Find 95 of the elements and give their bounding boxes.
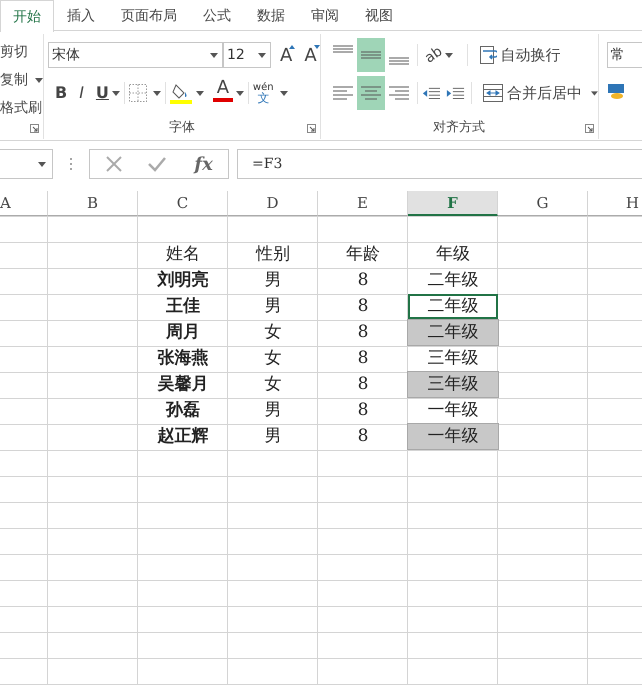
table-cell-text: 男 xyxy=(264,399,282,422)
formula-field[interactable]: =F3 xyxy=(237,149,642,179)
caret-icon[interactable] xyxy=(445,52,454,58)
caret-icon[interactable] xyxy=(236,90,244,96)
triangle-icon xyxy=(289,45,296,49)
font-color-button[interactable]: A xyxy=(210,78,236,108)
caret-icon[interactable] xyxy=(258,52,266,58)
phonetic-guide-icon[interactable]: wén 文 xyxy=(252,82,274,104)
font-size-field[interactable]: 12 xyxy=(223,42,271,68)
fill-color-icon[interactable] xyxy=(170,82,192,104)
increase-indent-icon[interactable] xyxy=(446,85,466,101)
dialog-launcher-icon[interactable] xyxy=(30,124,39,133)
align-right-icon xyxy=(386,86,411,100)
merge-center-button[interactable]: 合并后居中 xyxy=(480,80,585,106)
table-cell: 一年级 xyxy=(408,424,498,449)
caret-icon[interactable] xyxy=(196,90,204,96)
clipboard-button[interactable]: 格式刷 xyxy=(0,95,42,121)
clipboard-button[interactable]: 复制 xyxy=(0,67,28,93)
table-cell: 二年级 xyxy=(408,320,498,345)
table-cell-text: 8 xyxy=(356,373,370,396)
borders-icon[interactable] xyxy=(128,84,147,102)
table-cell: 二年级 xyxy=(408,294,498,319)
table-cell-text: 8 xyxy=(356,321,370,344)
more-options-icon[interactable] xyxy=(69,157,73,171)
merge-center-icon xyxy=(483,84,504,102)
wrap-text-button[interactable]: 自动换行 xyxy=(476,42,564,68)
dialog-launcher-icon[interactable] xyxy=(584,124,594,133)
column-header[interactable]: F xyxy=(408,191,498,216)
align-top-icon xyxy=(330,45,355,53)
wrap-text-icon xyxy=(479,45,498,65)
caret-icon[interactable] xyxy=(38,162,46,166)
table-cell-text: 性别 xyxy=(254,243,291,266)
orientation-button[interactable]: ab xyxy=(416,38,450,72)
ribbon-tab[interactable]: 数据 xyxy=(244,0,298,31)
table-cell-text: 8 xyxy=(356,269,370,292)
table-cell-text: 男 xyxy=(264,269,282,292)
table-cell-text: 孙磊 xyxy=(164,399,201,422)
ribbon-tab[interactable]: 插入 xyxy=(54,0,108,31)
table-cell-text: 男 xyxy=(264,425,282,448)
align-bottom-icon xyxy=(386,57,411,65)
ribbon-tab[interactable]: 开始 xyxy=(0,0,54,32)
decrease-indent-icon[interactable] xyxy=(422,85,440,101)
table-cell-text: 女 xyxy=(264,373,282,396)
ribbon-tab[interactable]: 页面布局 xyxy=(108,0,190,31)
number-format-field[interactable]: 常 xyxy=(606,42,642,68)
table-cell-text: 8 xyxy=(356,295,370,318)
align-middle-button[interactable] xyxy=(356,38,385,72)
group-label: 字体 xyxy=(168,118,196,136)
table-cell-text: 年级 xyxy=(435,243,471,266)
table-cell-text: 张海燕 xyxy=(156,347,210,370)
ribbon-tab[interactable]: 审阅 xyxy=(298,0,352,31)
ribbon-tab[interactable]: 公式 xyxy=(190,0,244,31)
table-cell-text: 女 xyxy=(264,321,282,344)
caret-icon[interactable] xyxy=(210,52,218,58)
table-cell: 三年级 xyxy=(408,372,498,397)
caret-icon[interactable] xyxy=(590,90,598,96)
bold-button[interactable]: B xyxy=(52,80,70,106)
table-cell-text: 三年级 xyxy=(426,347,480,370)
caret-icon[interactable] xyxy=(280,90,288,96)
insert-function-button[interactable]: fx xyxy=(191,151,216,177)
table-cell-text: 刘明亮 xyxy=(156,269,210,292)
table-cell-text: 周月 xyxy=(165,321,201,344)
triangle-icon xyxy=(314,45,320,49)
table-cell-text: 姓名 xyxy=(165,243,201,266)
font-name-field[interactable]: 宋体 xyxy=(48,42,223,68)
currency-icon[interactable] xyxy=(606,82,625,100)
table-cell-text: 8 xyxy=(356,347,370,370)
table-cell-text: 王佳 xyxy=(165,295,201,318)
name-box-field[interactable] xyxy=(0,149,53,179)
check-icon[interactable] xyxy=(147,155,168,173)
underline-button[interactable]: U xyxy=(92,80,112,106)
color-bar xyxy=(212,98,233,102)
grow-font-button[interactable]: A xyxy=(277,42,296,68)
shrink-font-button[interactable]: A xyxy=(301,42,320,68)
table-cell-text: 女 xyxy=(264,347,282,370)
table-cell-text: 男 xyxy=(264,295,282,318)
italic-button[interactable]: I xyxy=(76,80,87,106)
align-middle-icon xyxy=(358,51,383,59)
table-cell-text: 8 xyxy=(356,425,370,448)
clipboard-button[interactable]: 剪切 xyxy=(0,39,28,65)
table-cell-text: 8 xyxy=(356,399,370,422)
table-cell-text: 一年级 xyxy=(426,399,480,422)
table-cell-text: 年龄 xyxy=(345,243,381,266)
align-left-icon xyxy=(330,86,355,100)
caret-icon[interactable] xyxy=(112,90,120,96)
table-cell-text: 吴馨月 xyxy=(156,373,210,396)
table-cell-text: 赵正辉 xyxy=(156,425,210,448)
caret-icon[interactable] xyxy=(35,78,43,82)
align-center-icon xyxy=(358,86,383,100)
align-center-button[interactable] xyxy=(356,76,385,110)
group-label: 对齐方式 xyxy=(432,118,486,136)
ribbon-tab[interactable]: 视图 xyxy=(352,0,406,31)
table-cell-text: 二年级 xyxy=(426,269,480,292)
dialog-launcher-icon[interactable] xyxy=(306,124,316,133)
caret-icon[interactable] xyxy=(152,90,161,96)
